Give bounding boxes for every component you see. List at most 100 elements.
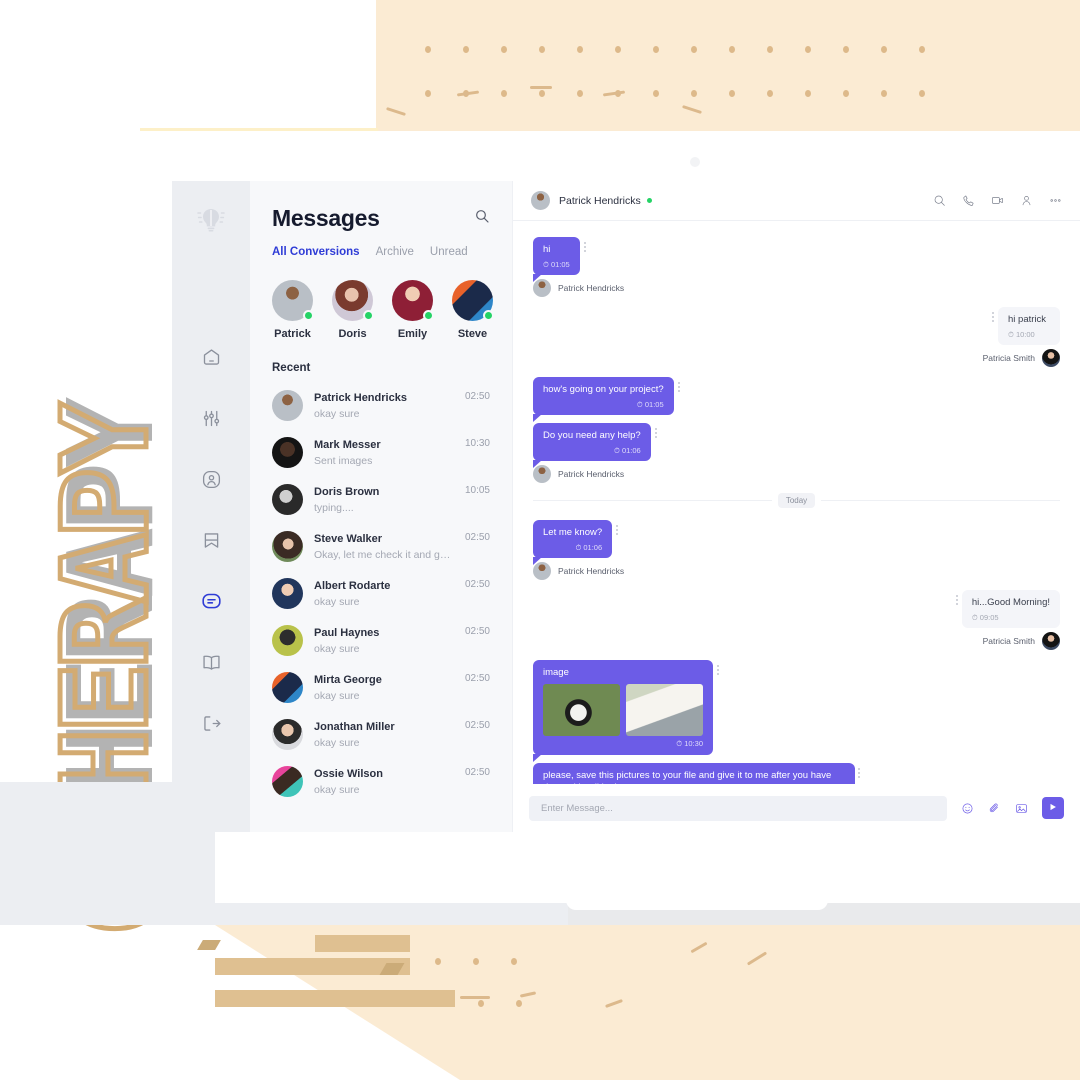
- list-item-name: Mark Messer: [314, 438, 381, 451]
- list-item-name: Jonathan Miller: [314, 720, 395, 733]
- image-attachments: [543, 684, 703, 737]
- online-indicator: [363, 310, 374, 321]
- image-icon[interactable]: [1015, 802, 1028, 815]
- story-item[interactable]: Doris: [332, 280, 374, 340]
- story-label: Doris: [338, 328, 367, 340]
- user-circle-icon: [201, 469, 222, 495]
- image-thumbnail[interactable]: [626, 684, 703, 737]
- message-input[interactable]: Enter Message...: [529, 795, 947, 821]
- message-bubble: hi patrick ⏱ 10:00: [998, 306, 1060, 345]
- avatar: [272, 766, 303, 797]
- sidebar-item-profile[interactable]: [191, 462, 231, 502]
- avatar: [272, 625, 303, 656]
- message-text: please, save this pictures to your file …: [543, 769, 832, 784]
- list-item-time: 10:30: [464, 438, 490, 449]
- message-list: hi ⏱ 01:05 Patrick Hendricks hi patrick …: [513, 221, 1080, 784]
- list-item-preview: typing....: [314, 501, 354, 514]
- list-item[interactable]: Patrick Hendricks okay sure 02:50: [272, 390, 490, 421]
- list-item-time: 02:50: [464, 720, 490, 731]
- list-item-preview: okay sure: [314, 642, 360, 655]
- message-options-icon[interactable]: [651, 423, 661, 461]
- tab-all-conversions[interactable]: All Conversions: [272, 246, 360, 258]
- list-item-time: 02:50: [464, 626, 490, 637]
- message-text: how's going on your project?: [543, 383, 664, 395]
- message-time: ⏱ 01:05: [636, 399, 664, 409]
- sidebar-item-messages[interactable]: [191, 584, 231, 624]
- list-item-name: Albert Rodarte: [314, 579, 391, 592]
- message-options-icon[interactable]: [988, 307, 998, 345]
- video-icon[interactable]: [991, 194, 1004, 207]
- sidebar-item-logout[interactable]: [191, 706, 231, 746]
- sidebar-item-saved[interactable]: [191, 523, 231, 563]
- send-icon: [1048, 799, 1058, 817]
- message-composer: Enter Message...: [513, 784, 1080, 832]
- list-item[interactable]: Ossie Wilson okay sure 02:50: [272, 766, 490, 797]
- search-icon[interactable]: [474, 208, 490, 229]
- list-item-preview: okay sure: [314, 783, 360, 796]
- list-item[interactable]: Albert Rodarte okay sure 02:50: [272, 578, 490, 609]
- list-item[interactable]: Mark Messer Sent images 10:30: [272, 437, 490, 468]
- more-icon[interactable]: [1049, 194, 1062, 207]
- list-item-name: Steve Walker: [314, 532, 383, 545]
- bg-dot-row-1: [425, 46, 957, 53]
- send-button[interactable]: [1042, 797, 1064, 819]
- message-row: Let me know? ⏱ 01:06 Patrick Hendricks: [533, 519, 1060, 580]
- list-item[interactable]: Steve Walker Okay, let me check it and g…: [272, 531, 490, 562]
- message-sender: Patrick Hendricks: [533, 278, 624, 297]
- sliders-icon: [201, 408, 222, 434]
- image-thumbnail[interactable]: [543, 684, 620, 737]
- list-item[interactable]: Jonathan Miller okay sure 02:50: [272, 719, 490, 750]
- logout-icon: [201, 713, 222, 739]
- message-options-icon[interactable]: [580, 237, 590, 275]
- list-item[interactable]: Doris Brown typing.... 10:05: [272, 484, 490, 515]
- phone-icon[interactable]: [962, 194, 975, 207]
- message-row: hi ⏱ 01:05 Patrick Hendricks: [533, 237, 1060, 297]
- message-bubble-image: image ⏱ 10:30: [533, 659, 713, 762]
- online-indicator: [423, 310, 434, 321]
- sender-name: Patrick Hendricks: [558, 565, 625, 576]
- list-item-time: 02:50: [464, 391, 490, 402]
- message-text: image: [543, 666, 569, 678]
- list-item[interactable]: Paul Haynes okay sure 02:50: [272, 625, 490, 656]
- tab-unread[interactable]: Unread: [430, 246, 468, 258]
- message-options-icon[interactable]: [713, 660, 723, 755]
- list-item-name: Ossie Wilson: [314, 767, 383, 780]
- message-text: hi...Good Morning!: [971, 596, 1050, 608]
- bg-cream-line: [140, 128, 378, 131]
- conversation-list-panel: Messages All Conversions Archive Unread …: [250, 181, 512, 832]
- online-indicator: [483, 310, 494, 321]
- person-icon[interactable]: [1020, 194, 1033, 207]
- message-bubble: hi...Good Morning! ⏱ 09:05: [961, 589, 1060, 628]
- message-options-icon[interactable]: [855, 763, 863, 784]
- list-item-time: 02:50: [464, 579, 490, 590]
- sidebar-item-home[interactable]: [191, 340, 231, 380]
- avatar: [272, 672, 303, 703]
- attachment-icon[interactable]: [988, 802, 1001, 815]
- list-item-preview: okay sure: [314, 689, 360, 702]
- message-bubble: Let me know? ⏱ 01:06: [533, 519, 613, 565]
- story-item[interactable]: Emily: [392, 280, 434, 340]
- message-row: image ⏱ 10:30: [533, 659, 1060, 762]
- story-item[interactable]: Steve: [452, 280, 494, 340]
- list-item-preview: okay sure: [314, 736, 360, 749]
- bg-dot-row-4: [478, 1000, 554, 1007]
- list-item[interactable]: Mirta George okay sure 02:50: [272, 672, 490, 703]
- sender-name: Patrick Hendricks: [558, 468, 625, 479]
- sidebar-item-library[interactable]: [191, 645, 231, 685]
- message-options-icon[interactable]: [612, 520, 622, 558]
- bookmark-icon: [201, 530, 222, 556]
- message-options-icon[interactable]: [952, 590, 962, 628]
- search-icon[interactable]: [933, 194, 946, 207]
- sidebar-item-settings[interactable]: [191, 401, 231, 441]
- avatar: [392, 280, 434, 321]
- message-sender: Patricia Smith: [983, 348, 1060, 367]
- emoji-icon[interactable]: [961, 802, 974, 815]
- avatar: [1042, 631, 1060, 650]
- message-text: Do you need any help?: [543, 429, 641, 441]
- tab-archive[interactable]: Archive: [376, 246, 414, 258]
- story-item[interactable]: Patrick: [272, 280, 314, 340]
- chat-header-actions: [933, 194, 1062, 207]
- book-icon: [201, 652, 222, 678]
- message-options-icon[interactable]: [674, 377, 684, 415]
- page-title: Messages: [272, 205, 380, 231]
